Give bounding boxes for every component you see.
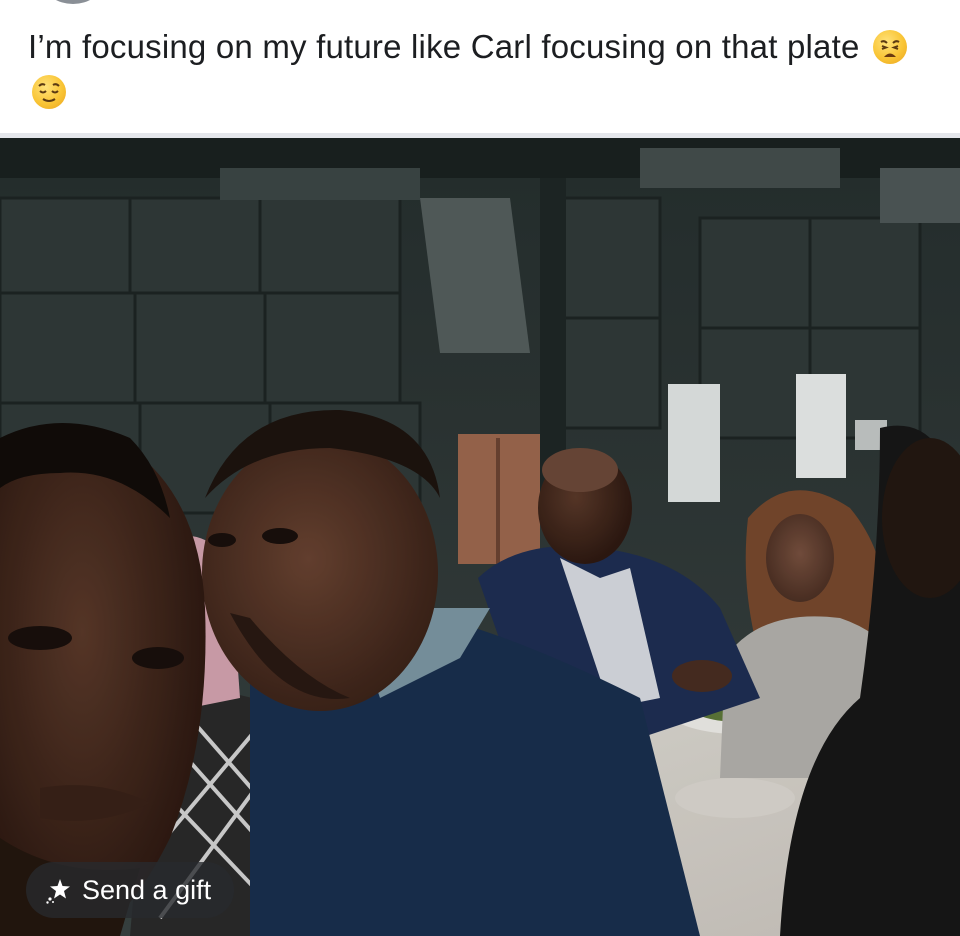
post-caption-text: I’m focusing on my future like Carl focu…: [28, 28, 860, 65]
profile-avatar[interactable]: [44, 0, 102, 4]
post-caption: I’m focusing on my future like Carl focu…: [28, 24, 908, 114]
send-a-gift-button[interactable]: Send a gift: [26, 862, 234, 918]
post-photo[interactable]: [0, 138, 960, 936]
gift-sparkle-icon: [44, 875, 74, 905]
weary-face-emoji-icon: [872, 30, 907, 64]
relieved-face-emoji-icon: [32, 75, 66, 109]
send-a-gift-label: Send a gift: [82, 875, 212, 905]
post-card: I’m focusing on my future like Carl focu…: [0, 0, 960, 936]
